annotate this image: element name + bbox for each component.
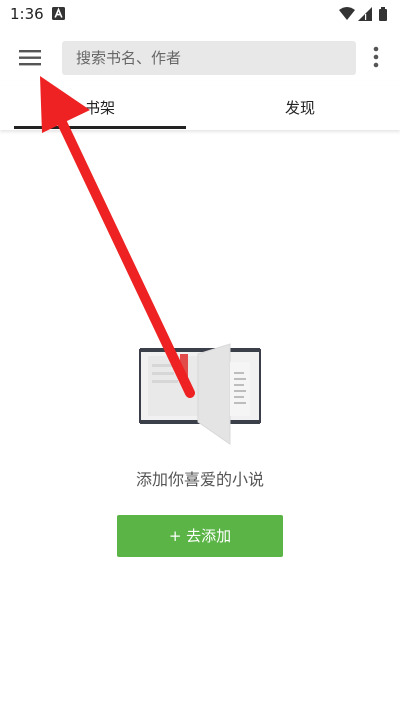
tab-discover[interactable]: 发现 (200, 86, 400, 130)
add-button-label: + 去添加 (168, 527, 232, 545)
tab-bar: 书架 发现 (0, 86, 400, 130)
tab-label: 发现 (284, 99, 315, 117)
notification-a-icon (52, 7, 65, 20)
wifi-icon (339, 7, 355, 20)
status-icons (339, 7, 387, 21)
more-vert-icon[interactable] (364, 44, 388, 72)
bookshelf-screen: 1:36 搜索书名、作者 书架 发现 添加你喜爱的小说 + 去添加 (0, 0, 400, 710)
status-time: 1:36 (10, 5, 44, 23)
menu-button[interactable] (10, 42, 52, 74)
empty-message: 添加你喜爱的小说 (135, 470, 264, 489)
empty-book-illustration (139, 343, 261, 445)
status-bar: 1:36 (0, 0, 400, 30)
signal-icon (358, 7, 372, 21)
search-input[interactable]: 搜索书名、作者 (62, 41, 356, 75)
hamburger-menu-icon (19, 50, 41, 66)
battery-icon (379, 7, 387, 21)
add-book-button[interactable]: + 去添加 (117, 515, 283, 557)
tab-bookshelf[interactable]: 书架 (0, 86, 200, 130)
search-placeholder: 搜索书名、作者 (76, 49, 182, 67)
tab-indicator (14, 126, 186, 129)
toolbar: 搜索书名、作者 (0, 30, 400, 86)
tab-label: 书架 (84, 99, 115, 117)
